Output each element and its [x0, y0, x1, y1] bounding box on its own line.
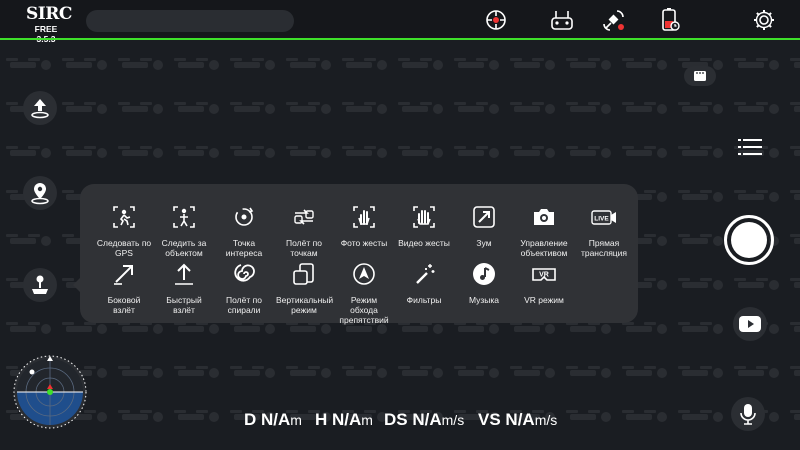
telemetry-unit: m [361, 412, 373, 428]
telemetry-key: H [315, 410, 328, 429]
mode-music[interactable]: Музыка [456, 261, 512, 323]
mode-label: Управление объективом [520, 238, 568, 258]
video-gesture-icon [413, 206, 435, 228]
mode-label: Режим обхода препятствий [339, 295, 389, 325]
connection-status-line [0, 38, 800, 40]
mode-label: Полёт по спирали [226, 295, 262, 315]
camera-control-icon [534, 209, 554, 225]
mode-label: Быстрый взлёт [166, 295, 202, 315]
gear-icon[interactable] [750, 6, 778, 34]
vr-mode-icon: VR [532, 268, 556, 281]
mode-label: Следовать по GPS [96, 238, 152, 258]
telemetry-unit: m/s [441, 412, 465, 428]
mode-label: Прямая трансляция [580, 238, 628, 258]
obstacle-avoid-icon [353, 263, 375, 285]
location-button[interactable] [23, 176, 57, 210]
app-version: FREE 3.5.3 [34, 24, 58, 44]
location-pin-icon [31, 183, 49, 205]
mode-video-gesture[interactable]: Видео жесты [396, 204, 452, 266]
top-bar: SIRC FREE 3.5.3 [0, 0, 800, 44]
mode-label: Боковой взлёт [107, 295, 141, 315]
telemetry-key: DS [384, 410, 408, 429]
point-of-interest-icon [235, 207, 254, 226]
mode-filters[interactable]: Фильтры [396, 261, 452, 323]
telemetry-unit: m [290, 412, 302, 428]
attitude-radar [13, 355, 87, 429]
voice-control-button[interactable] [731, 397, 765, 431]
mode-label: Музыка [468, 295, 500, 305]
telemetry-value: N/A [261, 410, 291, 429]
mode-label: Полёт по точкам [286, 238, 322, 258]
mode-vr[interactable]: VR VR режим [516, 261, 572, 323]
telemetry-unit: m/s [534, 412, 558, 428]
battery-timer-icon[interactable] [656, 6, 684, 34]
mode-label: VR режим [524, 295, 564, 305]
telemetry-value: N/A [505, 410, 535, 429]
satellite-icon[interactable] [600, 6, 628, 34]
mode-label: Точка интереса [225, 238, 263, 258]
mode-zoom[interactable]: Зум [456, 204, 512, 266]
video-play-icon [739, 316, 761, 332]
telemetry-key: D [244, 410, 257, 429]
vr-badge-text: VR [539, 272, 549, 279]
spiral-icon [234, 264, 255, 282]
mode-point-of-interest[interactable]: Точка интереса [216, 204, 272, 266]
mode-follow-object[interactable]: Следить за объектом [156, 204, 212, 266]
filters-icon [416, 264, 435, 284]
live-stream-icon: LIVE [591, 210, 616, 225]
mode-label: Фото жесты [340, 238, 388, 248]
photo-gesture-icon [353, 206, 375, 228]
music-icon [473, 263, 495, 285]
mode-vertical[interactable]: Вертикальный режим [276, 261, 334, 323]
sd-card-button[interactable] [684, 66, 716, 86]
telemetry-distance: D N/Am [244, 410, 302, 430]
vertical-mode-icon [293, 263, 314, 285]
telemetry-value: N/A [332, 410, 362, 429]
shutter-button[interactable] [724, 215, 774, 265]
telemetry-value: N/A [412, 410, 442, 429]
sd-card-icon [694, 71, 706, 81]
follow-object-icon [173, 206, 195, 228]
mode-quick-takeoff[interactable]: Быстрый взлёт [156, 261, 212, 323]
status-message-bar [86, 10, 294, 32]
telemetry-height: H N/Am [315, 410, 373, 430]
mode-side-takeoff[interactable]: Боковой взлёт [96, 261, 152, 323]
zoom-icon [473, 206, 495, 228]
mode-label: Видео жесты [398, 238, 450, 248]
mode-label: Вертикальный режим [276, 295, 334, 315]
takeoff-button[interactable] [23, 91, 57, 125]
mode-follow-gps[interactable]: Следовать по GPS [96, 204, 152, 266]
joystick-icon [32, 275, 48, 294]
telemetry-horizontal-speed: DS N/Am/s [384, 410, 464, 430]
live-badge-text: LIVE [594, 216, 609, 223]
menu-list-icon[interactable] [738, 138, 762, 156]
mode-label: Фильтры [406, 295, 442, 305]
follow-gps-icon [113, 206, 135, 228]
mode-camera-control[interactable]: Управление объективом [516, 204, 572, 266]
app-logo-text: SIRC [26, 4, 72, 24]
mode-obstacle-avoid[interactable]: Режим обхода препятствий [336, 261, 392, 325]
gimbal-icon[interactable] [482, 6, 510, 34]
smart-modes-panel: Следовать по GPS Следить за объектом Точ… [80, 184, 638, 325]
mode-photo-gesture[interactable]: Фото жесты [336, 204, 392, 266]
mode-label: Следить за объектом [161, 238, 207, 258]
shutter-inner [731, 222, 767, 258]
telemetry-key: VS [478, 410, 501, 429]
mode-live-stream[interactable]: LIVE Прямая трансляция [576, 204, 632, 266]
mode-label: Зум [476, 238, 492, 248]
joystick-button[interactable] [23, 268, 57, 302]
microphone-icon [740, 404, 756, 425]
remote-controller-icon[interactable] [548, 6, 576, 34]
mode-spiral[interactable]: Полёт по спирали [216, 261, 272, 323]
takeoff-icon [31, 99, 49, 119]
video-mode-button[interactable] [733, 307, 767, 341]
quick-takeoff-icon [175, 263, 193, 285]
telemetry-vertical-speed: VS N/Am/s [478, 410, 557, 430]
waypoints-icon [294, 209, 314, 225]
side-takeoff-icon [114, 265, 133, 285]
mode-waypoints[interactable]: Полёт по точкам [276, 204, 332, 266]
